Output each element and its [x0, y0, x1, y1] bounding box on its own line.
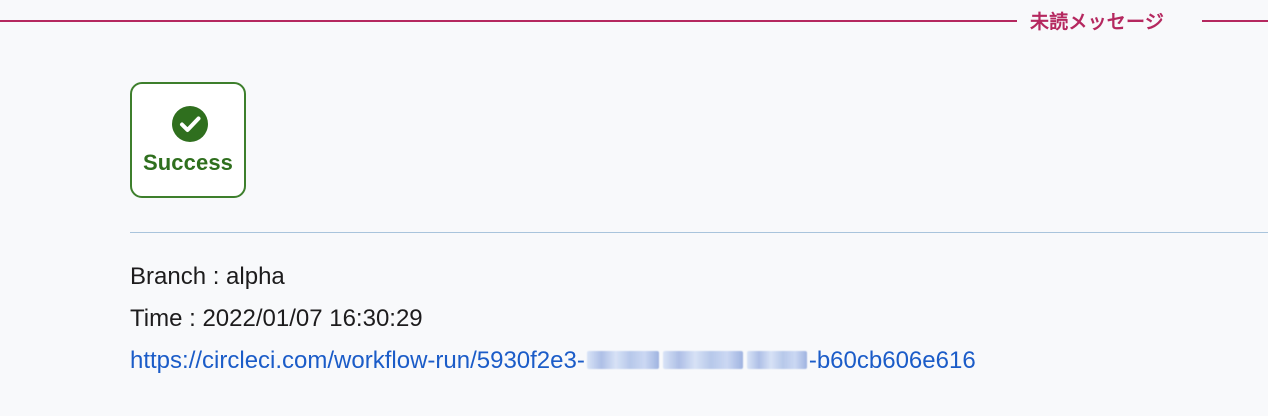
workflow-link-prefix: https://circleci.com/workflow-run/5930f2… — [130, 347, 585, 374]
unread-messages-divider: 未読メッセージ — [0, 10, 1268, 34]
branch-line: Branch : alpha — [130, 263, 285, 290]
workflow-link-suffix: -b60cb606e616 — [808, 347, 976, 374]
success-badge: Success — [130, 82, 246, 198]
workflow-link-line: https://circleci.com/workflow-run/5930f2… — [130, 340, 1250, 382]
unread-divider-line-left — [0, 20, 1017, 22]
check-circle-icon — [172, 106, 208, 142]
workflow-link[interactable]: https://circleci.com/workflow-run/5930f2… — [130, 347, 976, 374]
success-label: Success — [143, 150, 233, 175]
message-separator — [130, 232, 1268, 233]
time-line: Time : 2022/01/07 16:30:29 — [130, 305, 423, 332]
message-body: Branch : alpha Time : 2022/01/07 16:30:2… — [130, 256, 1250, 382]
unread-messages-label: 未読メッセージ — [1030, 11, 1165, 33]
redacted-segment — [746, 350, 807, 369]
redacted-segment — [586, 350, 659, 369]
unread-divider-line-right — [1202, 20, 1268, 22]
redacted-segment — [662, 350, 743, 369]
